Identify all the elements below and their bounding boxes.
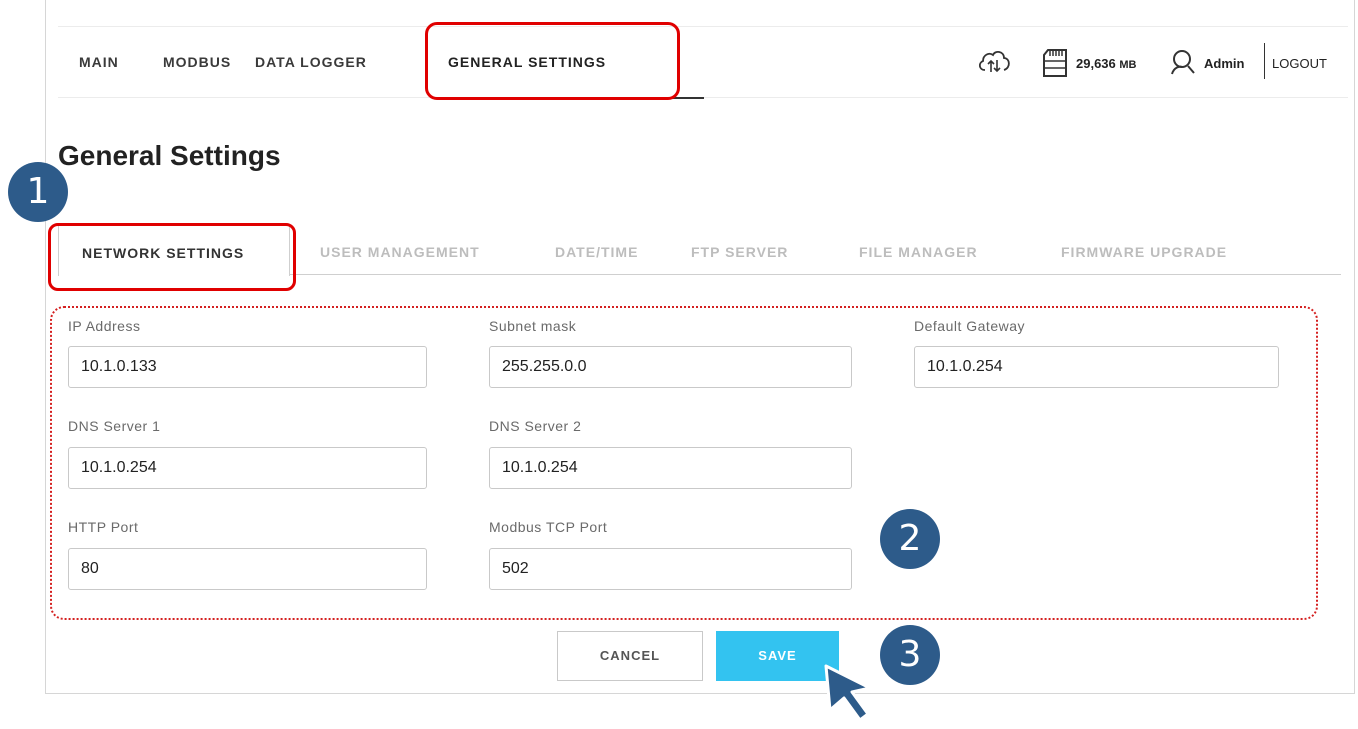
dns-server-1-label: DNS Server 1 [68, 418, 161, 434]
ip-address-label: IP Address [68, 318, 141, 334]
storage-value: 29,636 [1076, 56, 1116, 71]
default-gateway-label: Default Gateway [914, 318, 1025, 334]
divider [1264, 43, 1265, 79]
subnet-mask-label: Subnet mask [489, 318, 577, 334]
logout-link[interactable]: LOGOUT [1272, 56, 1327, 71]
highlight-network-settings [48, 223, 296, 291]
highlight-general-settings [425, 22, 680, 100]
user-icon [1169, 48, 1197, 81]
http-port-label: HTTP Port [68, 519, 139, 535]
dns-server-2-label: DNS Server 2 [489, 418, 582, 434]
step-badge-2: 2 [880, 509, 940, 569]
tab-firmware-upgrade[interactable]: FIRMWARE UPGRADE [1061, 244, 1227, 260]
ip-address-input[interactable] [68, 346, 427, 388]
tab-file-manager[interactable]: FILE MANAGER [859, 244, 978, 260]
tab-user-management[interactable]: USER MANAGEMENT [320, 244, 480, 260]
storage-unit: MB [1119, 59, 1137, 71]
save-button[interactable]: SAVE [716, 631, 839, 681]
http-port-input[interactable] [68, 548, 427, 590]
nav-data-logger[interactable]: DATA LOGGER [255, 54, 367, 70]
storage-free: 29,636 MB [1076, 56, 1137, 71]
page-title: General Settings [58, 140, 281, 171]
step-badge-1: 1 [8, 162, 68, 222]
tab-date-time[interactable]: DATE/TIME [555, 244, 638, 260]
sd-card-icon [1042, 48, 1068, 83]
username: Admin [1204, 56, 1245, 71]
cancel-button[interactable]: CANCEL [557, 631, 703, 681]
cloud-sync-icon[interactable] [976, 48, 1012, 81]
nav-modbus[interactable]: MODBUS [163, 54, 231, 70]
modbus-tcp-port-input[interactable] [489, 548, 852, 590]
nav-main[interactable]: MAIN [79, 54, 119, 70]
dns-server-1-input[interactable] [68, 447, 427, 489]
dns-server-2-input[interactable] [489, 447, 852, 489]
default-gateway-input[interactable] [914, 346, 1279, 388]
mouse-cursor-icon [822, 662, 878, 729]
modbus-tcp-port-label: Modbus TCP Port [489, 519, 608, 535]
tab-ftp-server[interactable]: FTP SERVER [691, 244, 788, 260]
subnet-mask-input[interactable] [489, 346, 852, 388]
top-nav: MAIN MODBUS DATA LOGGER GENERAL SETTINGS [58, 26, 1348, 99]
step-badge-3: 3 [880, 625, 940, 685]
